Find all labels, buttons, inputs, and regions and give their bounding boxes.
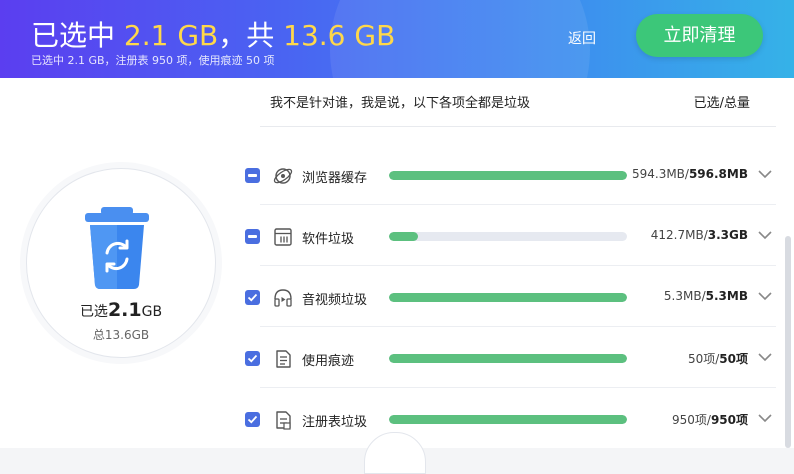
progress-fill xyxy=(389,415,627,424)
row-selected-size: 412.7MB/ xyxy=(650,228,708,242)
progress-bar xyxy=(389,415,627,424)
registry-junk-icon xyxy=(276,411,291,430)
row-name: 使用痕迹 xyxy=(302,354,355,369)
chevron-down-icon[interactable] xyxy=(758,352,772,362)
title-mid: ，共 xyxy=(218,19,284,52)
row-selected-size: 50项/ xyxy=(687,352,720,366)
clean-now-button[interactable]: 立即清理 xyxy=(636,14,763,57)
junk-row-software[interactable]: 软件垃圾 412.7MB/3.3GB xyxy=(244,206,776,266)
list-header-note: 我不是针对谁，我是说，以下各项全都是垃圾 xyxy=(270,96,531,111)
row-checkbox-checked[interactable] xyxy=(245,412,260,427)
junk-row-usage-trace[interactable]: 使用痕迹 50项/50项 xyxy=(244,328,776,388)
page-subtitle: 已选中 2.1 GB，注册表 950 项，使用痕迹 50 项 xyxy=(31,54,275,67)
row-divider xyxy=(260,265,776,266)
selected-label: 已选 xyxy=(79,304,108,320)
chevron-down-icon[interactable] xyxy=(758,169,772,179)
usage-trace-icon xyxy=(276,350,291,368)
chevron-down-icon[interactable] xyxy=(758,413,772,423)
progress-bar xyxy=(389,293,627,302)
back-button[interactable]: 返回 xyxy=(568,28,596,48)
header-banner: 已选中 2.1 GB，共 13.6 GB 已选中 2.1 GB，注册表 950 … xyxy=(0,0,794,78)
row-checkbox-partial[interactable] xyxy=(245,168,260,183)
progress-fill xyxy=(389,171,627,180)
junk-row-registry[interactable]: 注册表垃圾 950项/950项 xyxy=(244,389,776,449)
row-name: 浏览器缓存 xyxy=(302,171,368,186)
row-size: 5.3MB/5.3MB xyxy=(664,289,748,303)
row-checkbox-checked[interactable] xyxy=(245,351,260,366)
title-selected-size: 2.1 GB xyxy=(123,19,219,52)
list-header-selected-total: 已选/总量 xyxy=(693,96,750,111)
row-size: 50项/50项 xyxy=(688,350,748,367)
row-size: 594.3MB/596.8MB xyxy=(632,167,748,181)
scrollbar[interactable] xyxy=(785,236,791,448)
title-total-size: 13.6 GB xyxy=(283,19,396,52)
row-selected-size: 594.3MB/ xyxy=(631,167,689,181)
row-name: 注册表垃圾 xyxy=(302,415,368,430)
progress-bar xyxy=(389,354,627,363)
selected-value: 2.1 xyxy=(107,299,142,321)
progress-fill xyxy=(389,293,627,302)
junk-row-browser-cache[interactable]: 浏览器缓存 594.3MB/596.8MB xyxy=(244,145,776,205)
junk-row-media[interactable]: 音视频垃圾 5.3MB/5.3MB xyxy=(244,267,776,327)
row-total-size: 5.3MB xyxy=(705,289,748,303)
selected-size-display: 已选2.1GB xyxy=(27,299,215,321)
list-header: 我不是针对谁，我是说，以下各项全都是垃圾 已选/总量 xyxy=(270,92,750,112)
trash-bin-icon xyxy=(85,207,149,289)
row-size: 950项/950项 xyxy=(672,411,748,428)
row-divider xyxy=(260,326,776,327)
software-junk-icon xyxy=(274,228,292,246)
page-title: 已选中 2.1 GB，共 13.6 GB xyxy=(31,14,395,54)
row-total-size: 50项 xyxy=(719,352,748,366)
row-total-size: 3.3GB xyxy=(707,228,748,242)
progress-fill xyxy=(389,354,627,363)
row-divider xyxy=(260,204,776,205)
row-total-size: 950项 xyxy=(710,413,748,427)
header-divider xyxy=(260,126,776,127)
summary-circle: 已选2.1GB 总13.6GB xyxy=(26,168,216,358)
row-checkbox-checked[interactable] xyxy=(245,290,260,305)
row-selected-size: 5.3MB/ xyxy=(663,289,706,303)
row-name: 音视频垃圾 xyxy=(302,293,368,308)
progress-fill xyxy=(389,232,418,241)
row-divider xyxy=(260,387,776,388)
browser-cache-icon xyxy=(273,168,293,184)
chevron-down-icon[interactable] xyxy=(758,291,772,301)
progress-bar xyxy=(389,232,627,241)
row-size: 412.7MB/3.3GB xyxy=(651,228,748,242)
title-prefix: 已选中 xyxy=(31,19,124,52)
media-junk-icon xyxy=(274,289,292,307)
total-size-label: 总13.6GB xyxy=(92,328,150,342)
selected-unit: GB xyxy=(141,304,163,320)
row-selected-size: 950项/ xyxy=(671,413,711,427)
progress-bar xyxy=(389,171,627,180)
row-total-size: 596.8MB xyxy=(688,167,748,181)
row-name: 软件垃圾 xyxy=(302,232,355,247)
chevron-down-icon[interactable] xyxy=(758,230,772,240)
row-checkbox-partial[interactable] xyxy=(245,229,260,244)
